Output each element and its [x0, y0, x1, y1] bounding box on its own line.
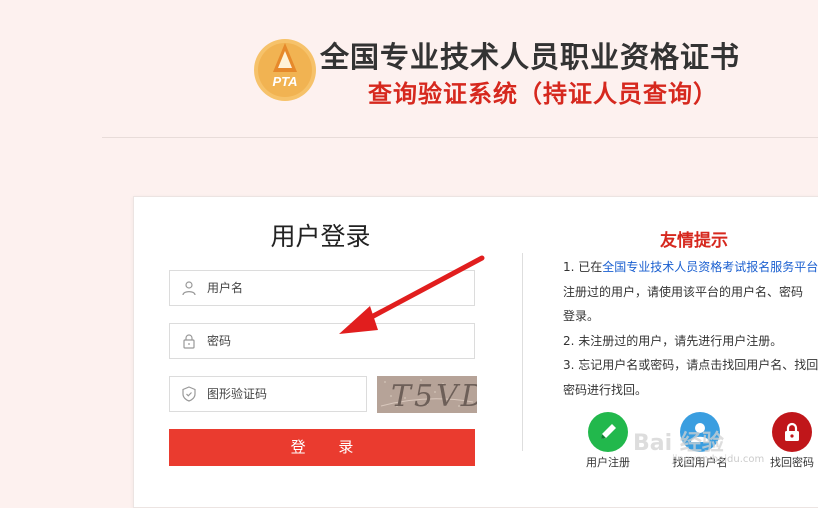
lock-icon: [183, 334, 195, 349]
password-field[interactable]: 密码: [169, 323, 475, 359]
captcha-text: T5VD: [391, 379, 477, 413]
header-divider: [102, 137, 818, 138]
pencil-icon: [588, 412, 628, 452]
exam-platform-link[interactable]: 全国专业技术人员资格考试报名服务平台: [602, 260, 818, 274]
username-placeholder: 用户名: [207, 281, 244, 295]
tips-title: 友情提示: [660, 231, 728, 251]
password-placeholder: 密码: [207, 334, 232, 348]
tips-list: 1. 已在全国专业技术人员资格考试报名服务平台 注册过的用户，请使用该平台的用户…: [563, 255, 818, 402]
tip-line-3: 3. 忘记用户名或密码，请点击找回用户名、找回: [563, 358, 818, 372]
page-title: 全国专业技术人员职业资格证书: [320, 40, 741, 74]
login-title: 用户登录: [270, 222, 371, 251]
svg-text:PTA: PTA: [272, 74, 297, 89]
captcha-image[interactable]: T5VD: [377, 376, 477, 413]
login-button[interactable]: 登 录: [169, 429, 475, 466]
pta-logo: PTA: [254, 39, 316, 101]
tip-line-1c: 登录。: [563, 309, 600, 323]
lock-icon: [772, 412, 812, 452]
vertical-divider: [522, 253, 523, 451]
username-field[interactable]: 用户名: [169, 270, 475, 306]
tip-line-2: 2. 未注册过的用户，请先进行用户注册。: [563, 333, 783, 348]
shield-icon: [182, 386, 196, 402]
page-subtitle: 查询验证系统（持证人员查询）: [368, 80, 718, 108]
watermark-url: jingyan.baidu.com: [672, 454, 765, 465]
tip-line-1: 1. 已在全国专业技术人员资格考试报名服务平台: [563, 260, 818, 274]
user-icon: [182, 281, 196, 296]
watermark: Bai 经验: [633, 431, 724, 456]
page-header: PTA 全国专业技术人员职业资格证书 查询验证系统（持证人员查询）: [0, 0, 818, 138]
captcha-placeholder: 图形验证码: [207, 387, 268, 401]
tip-line-3b: 密码进行找回。: [563, 382, 648, 397]
captcha-field[interactable]: 图形验证码: [169, 376, 367, 412]
tip-line-1b: 注册过的用户，请使用该平台的用户名、密码: [563, 284, 804, 299]
